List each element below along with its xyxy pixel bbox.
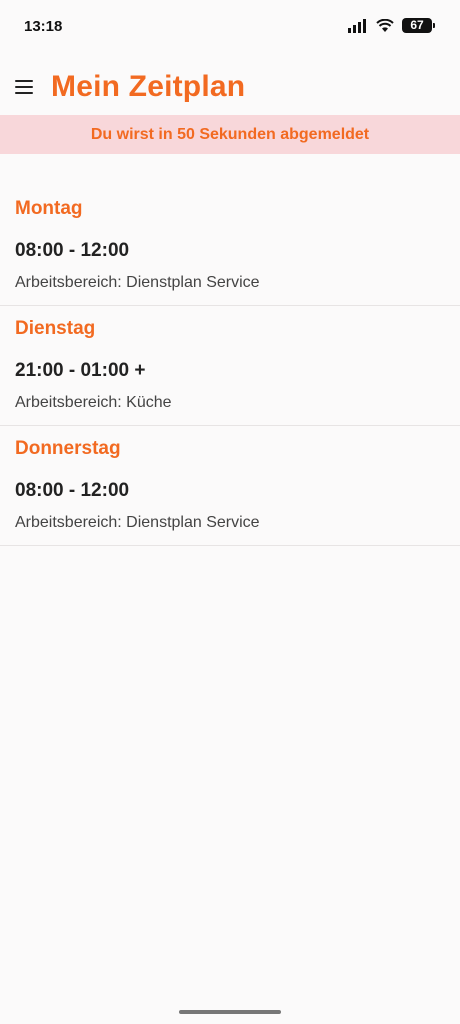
schedule-item-dienstag[interactable]: Dienstag 21:00 - 01:00 + Arbeitsbereich:…: [0, 306, 460, 426]
logout-warning-banner: Du wirst in 50 Sekunden abgemeldet: [0, 115, 460, 154]
shift-area: Arbeitsbereich: Küche: [15, 394, 172, 411]
signal-icon: [348, 18, 366, 33]
schedule-item-montag[interactable]: Montag 08:00 - 12:00 Arbeitsbereich: Die…: [0, 186, 460, 306]
hamburger-menu-icon[interactable]: [15, 80, 33, 94]
shift-time: 08:00 - 12:00: [15, 480, 130, 501]
day-name: Donnerstag: [15, 438, 121, 459]
wifi-icon: [376, 18, 394, 32]
day-name: Dienstag: [15, 318, 96, 339]
battery-icon: 67: [402, 18, 435, 33]
day-name: Montag: [15, 198, 83, 219]
status-icons: 67: [348, 18, 435, 33]
schedule-list: Montag 08:00 - 12:00 Arbeitsbereich: Die…: [0, 186, 460, 546]
screen: 13:18 67 Mein Zeitplan Du wirst in 50 Se…: [0, 0, 460, 1024]
schedule-item-donnerstag[interactable]: Donnerstag 08:00 - 12:00 Arbeitsbereich:…: [0, 426, 460, 546]
shift-time: 08:00 - 12:00: [15, 240, 130, 261]
app-header: Mein Zeitplan: [0, 60, 460, 114]
battery-level: 67: [410, 18, 424, 32]
page-title: Mein Zeitplan: [51, 70, 246, 103]
home-indicator[interactable]: [179, 1010, 281, 1014]
shift-time: 21:00 - 01:00 +: [15, 360, 146, 381]
status-time: 13:18: [24, 18, 63, 35]
shift-area: Arbeitsbereich: Dienstplan Service: [15, 274, 260, 291]
shift-area: Arbeitsbereich: Dienstplan Service: [15, 514, 260, 531]
status-bar: 13:18 67: [0, 0, 460, 52]
logout-warning-text: Du wirst in 50 Sekunden abgemeldet: [90, 125, 370, 143]
